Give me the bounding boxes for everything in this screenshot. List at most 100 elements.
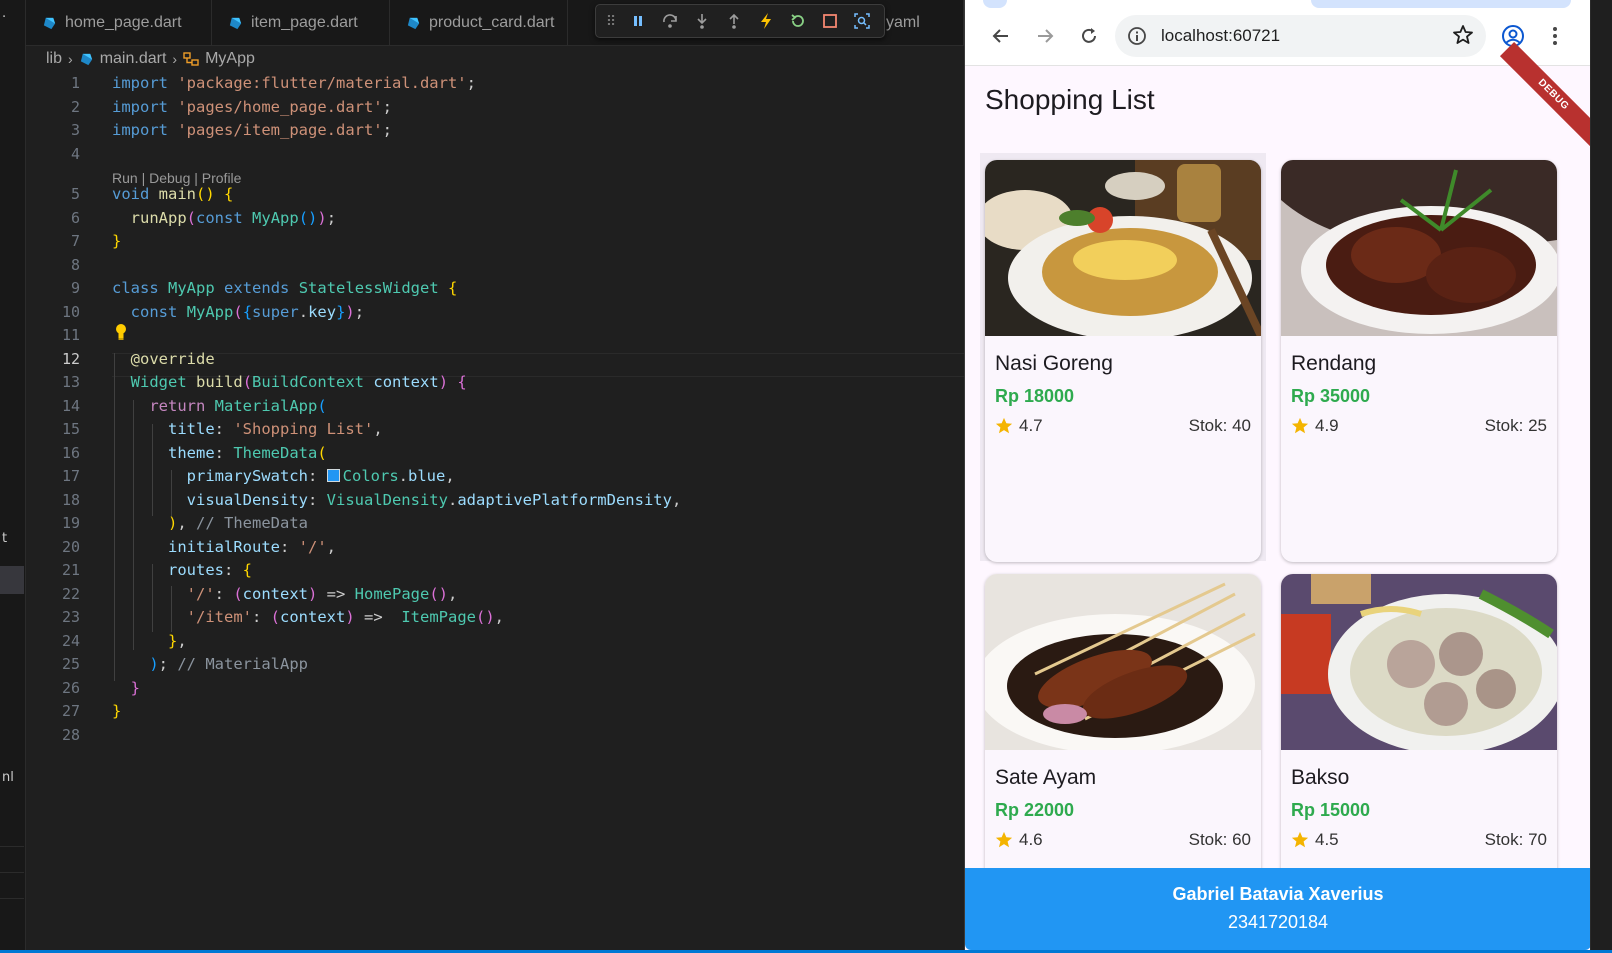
browser-tab-edge[interactable] [983, 0, 1007, 8]
product-image-sate-ayam [985, 574, 1261, 750]
footer-nim: 2341720184 [1227, 912, 1329, 932]
code-line-17: primarySwatch: Colors.blue, [186, 467, 455, 485]
code-line-19: ), // ThemeData [168, 514, 308, 532]
restart-button[interactable] [786, 9, 810, 33]
forward-button[interactable] [1029, 20, 1061, 52]
drag-handle-icon[interactable]: ⠿ [604, 9, 618, 33]
url-text[interactable]: localhost:60721 [1161, 26, 1280, 46]
line-number: 26 [61, 678, 80, 697]
window-edge [1590, 0, 1612, 953]
class-symbol-icon [183, 52, 199, 66]
arrow-right-icon [1038, 29, 1054, 43]
product-image-nasi-goreng [985, 160, 1261, 336]
divider [0, 846, 24, 847]
line-number: 25 [61, 655, 80, 673]
code-line-24: }, [168, 631, 187, 650]
step-into-button[interactable] [690, 9, 714, 33]
product-stock: Stok: 70 [1484, 830, 1547, 849]
footer-name: Gabriel Batavia Xaverius [1172, 884, 1384, 904]
rating-value: 4.9 [1315, 416, 1339, 435]
line-number: 7 [70, 232, 80, 250]
line-number: 10 [61, 302, 80, 321]
code-line-20: initialRoute: '/', [168, 537, 336, 556]
code-line-1: import 'package:flutter/material.dart'; [112, 74, 476, 92]
star-icon [1291, 417, 1309, 434]
hot-reload-button[interactable] [754, 9, 778, 33]
menu-button[interactable] [1539, 20, 1571, 52]
stop-button[interactable] [818, 9, 842, 33]
browser-window: localhost:60721 Shopping List DEBUG Nasi… [964, 0, 1590, 950]
explorer-edge: · t nl [0, 0, 26, 953]
code-line-6: runApp(const MyApp()); [130, 208, 337, 227]
line-number: 9 [70, 279, 80, 297]
code-editor[interactable]: 1 2 3 4 5 6 7 8 9 10 11 12 13 14 15 16 1… [26, 72, 964, 950]
breadcrumb-folder[interactable]: lib [46, 50, 62, 68]
step-over-button[interactable] [658, 9, 682, 33]
line-number: 2 [70, 97, 80, 116]
debug-toolbar: ⠿ [595, 4, 885, 38]
breadcrumb-symbol[interactable]: MyApp [205, 50, 255, 68]
line-number: 1 [70, 74, 80, 92]
code-line-3: import 'pages/item_page.dart'; [112, 121, 392, 139]
explorer-fragment: t [2, 531, 8, 546]
code-line-25: ); // MaterialApp [149, 655, 308, 673]
tab-item-page[interactable]: item_page.dart [212, 0, 390, 46]
reload-button[interactable] [1073, 20, 1105, 52]
code-line-2: import 'pages/home_page.dart'; [112, 97, 392, 116]
line-number: 6 [70, 208, 80, 227]
arrow-left-icon [992, 29, 1008, 43]
browser-tab-edge[interactable] [1311, 0, 1571, 8]
product-price: Rp 18000 [995, 386, 1075, 406]
lightning-icon [761, 13, 771, 29]
step-over-icon [663, 14, 677, 28]
address-bar[interactable]: localhost:60721 [1115, 15, 1486, 57]
pause-button[interactable] [626, 9, 650, 33]
line-number: 16 [61, 443, 80, 462]
more-vert-icon [1553, 27, 1557, 45]
line-number: 23 [61, 608, 80, 626]
product-rating: 4.7 [995, 416, 1043, 436]
code-line-12: @override [130, 349, 215, 368]
product-rating: 4.5 [1291, 830, 1339, 850]
editor-tab-bar: home_page.dart item_page.dart product_ca… [26, 0, 964, 46]
product-image-bakso [1281, 574, 1557, 750]
code-line-10: const MyApp({super.key}); [130, 302, 365, 321]
rating-value: 4.5 [1315, 830, 1339, 849]
browser-toolbar: localhost:60721 [965, 0, 1590, 66]
color-swatch[interactable] [326, 469, 340, 482]
code-line-9: class MyApp extends StatelessWidget { [112, 279, 458, 297]
step-out-button[interactable] [722, 9, 746, 33]
stop-icon [823, 14, 837, 28]
chevron-right-icon: › [68, 51, 73, 67]
product-rating: 4.6 [995, 830, 1043, 850]
explorer-selected-row[interactable] [0, 566, 24, 594]
step-out-icon [729, 13, 739, 29]
dart-file-icon [80, 53, 92, 65]
line-number: 21 [61, 561, 80, 579]
line-number: 3 [70, 121, 80, 139]
code-line-26: } [130, 678, 141, 697]
tab-label: product_card.dart [429, 14, 555, 31]
line-number: 17 [61, 467, 80, 485]
code-line-7: } [112, 232, 122, 250]
product-card[interactable]: Rendang Rp 35000 4.9 Stok: 25 [1281, 160, 1557, 562]
code-line-5: void main() { [112, 185, 234, 203]
site-info-icon[interactable] [1127, 26, 1147, 46]
breadcrumb-file[interactable]: main.dart [100, 50, 167, 68]
code-line-18: visualDensity: VisualDensity.adaptivePla… [186, 490, 682, 509]
back-button[interactable] [985, 20, 1017, 52]
code-line-16: theme: ThemeData( [168, 443, 327, 462]
tab-product-card[interactable]: product_card.dart [390, 0, 568, 46]
product-name: Bakso [1291, 766, 1350, 789]
line-number: 22 [61, 584, 80, 603]
code-line-27: } [112, 702, 122, 720]
product-stock: Stok: 40 [1188, 416, 1251, 435]
bookmark-star-icon[interactable] [1452, 24, 1474, 46]
product-card[interactable]: Nasi Goreng Rp 18000 4.7 Stok: 40 [985, 160, 1261, 562]
tab-home-page[interactable]: home_page.dart [26, 0, 212, 46]
lightbulb-icon[interactable] [114, 323, 128, 341]
product-price: Rp 15000 [1291, 800, 1371, 820]
star-icon [1291, 831, 1309, 848]
inspect-widget-button[interactable] [850, 9, 874, 33]
divider [0, 872, 24, 873]
